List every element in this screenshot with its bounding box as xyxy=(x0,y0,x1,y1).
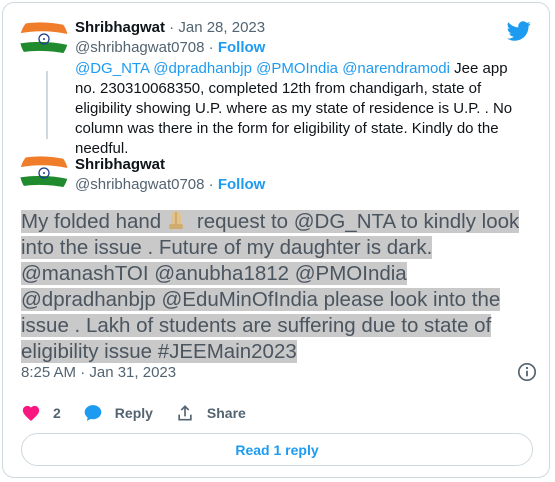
reply-button[interactable]: Reply xyxy=(83,403,153,423)
main-header: Shribhagwat xyxy=(75,155,165,175)
reply-header: Shribhagwat · Jan 28, 2023 xyxy=(75,18,265,38)
thread-line xyxy=(46,71,48,139)
tweet-actions: 2 Reply Share xyxy=(21,401,268,425)
share-label: Share xyxy=(206,405,246,421)
author-name[interactable]: Shribhagwat xyxy=(75,19,165,36)
heart-icon xyxy=(21,403,41,423)
info-icon[interactable] xyxy=(517,362,537,382)
avatar[interactable] xyxy=(20,149,68,197)
twitter-bird-icon[interactable] xyxy=(507,19,531,43)
separator: · xyxy=(204,176,218,193)
author-handle[interactable]: @shribhagwat0708 xyxy=(75,176,204,193)
separator: · xyxy=(204,39,218,56)
india-flag-avatar-icon xyxy=(20,149,68,197)
speech-bubble-icon xyxy=(83,403,103,423)
main-tweet-text: My folded hand request to @DG_NTA to kin… xyxy=(21,209,529,365)
reply-handle-row: @shribhagwat0708 · Follow xyxy=(75,38,265,58)
share-button[interactable]: Share xyxy=(175,403,246,423)
follow-button[interactable]: Follow xyxy=(218,176,266,193)
author-name[interactable]: Shribhagwat xyxy=(75,156,165,173)
like-count: 2 xyxy=(53,405,61,421)
tweet-date[interactable]: Jan 28, 2023 xyxy=(178,19,265,36)
main-handle-row: @shribhagwat0708 · Follow xyxy=(75,175,265,195)
follow-button[interactable]: Follow xyxy=(218,39,266,56)
share-upload-icon xyxy=(175,403,195,423)
read-replies-button[interactable]: Read 1 reply xyxy=(21,433,533,466)
avatar[interactable] xyxy=(20,15,68,63)
folded-hands-emoji xyxy=(169,211,184,229)
main-text-part1: My folded hand xyxy=(21,210,162,233)
tweet-card: Shribhagwat · Jan 28, 2023 @shribhagwat0… xyxy=(2,2,550,478)
mentions[interactable]: @DG_NTA @dpradhanbjp @PMOIndia @narendra… xyxy=(75,60,450,77)
tweet-timestamp[interactable]: 8:25 AM · Jan 31, 2023 xyxy=(21,363,176,383)
india-flag-avatar-icon xyxy=(20,15,68,63)
reply-tweet-text: @DG_NTA @dpradhanbjp @PMOIndia @narendra… xyxy=(75,59,523,159)
separator: · xyxy=(165,19,179,36)
reply-label: Reply xyxy=(114,405,153,421)
author-handle[interactable]: @shribhagwat0708 xyxy=(75,39,204,56)
like-button[interactable]: 2 xyxy=(21,403,61,423)
